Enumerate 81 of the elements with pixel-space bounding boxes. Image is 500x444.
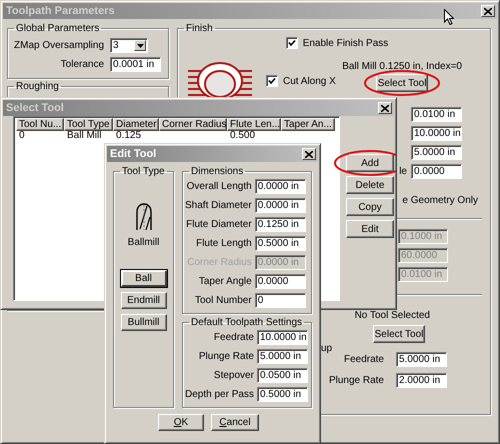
list-cell-text: 0	[18, 131, 26, 141]
list-row[interactable]: 0 Ball Mill 0.125 0.500	[16, 131, 337, 141]
column-header[interactable]: Tool Type	[64, 118, 113, 131]
field-label: Flute Diameter	[186, 219, 252, 230]
group-title: Global Parameters	[15, 23, 100, 34]
dialog-button[interactable]: OK	[158, 414, 204, 431]
dropdown-arrow-icon	[136, 44, 144, 48]
tool-type-button[interactable]: Ball	[120, 270, 166, 287]
mouse-pointer-icon	[444, 9, 454, 25]
group-title: Dimensions	[190, 166, 244, 177]
close-icon	[381, 104, 389, 112]
window-title: Select Tool	[6, 102, 64, 114]
list-cell-text: 0.125	[115, 131, 142, 141]
field-label: Feedrate	[214, 332, 254, 343]
field-label: Feedrate	[344, 354, 384, 365]
text-field[interactable]: 5.0000 in	[411, 145, 462, 160]
checkbox[interactable]	[266, 75, 278, 87]
group-title: Roughing	[15, 81, 60, 92]
group-title: up	[321, 343, 332, 354]
field-label: Flute Length	[196, 238, 252, 249]
text-field[interactable]: 0.0100 in	[411, 107, 462, 122]
column-header[interactable]: Flute Len...	[227, 118, 281, 131]
text-field[interactable]: 2.0000 in	[396, 373, 447, 388]
text-field[interactable]: 0.0500 in	[256, 368, 308, 383]
list-cell-text: 0.500	[229, 131, 256, 141]
text-field[interactable]: 10.0000 in	[411, 126, 462, 141]
text-field[interactable]: 0.1250 in	[254, 217, 306, 232]
checkbox-label: e Geometry Only	[402, 195, 478, 206]
close-button[interactable]	[481, 5, 495, 17]
close-icon	[305, 150, 313, 158]
text-field[interactable]: 0.0001 in	[110, 57, 162, 72]
text-field[interactable]: 0.5000 in	[256, 387, 308, 402]
group-title: Default Toolpath Settings	[190, 317, 304, 328]
field-label: Plunge Rate	[198, 351, 254, 362]
dialog-button[interactable]: Copy	[346, 198, 394, 216]
close-button[interactable]	[378, 102, 392, 114]
tool-type-button[interactable]: Endmill	[120, 292, 166, 309]
window-title: Edit Tool	[110, 148, 156, 160]
window-title: Toolpath Parameters	[6, 5, 115, 17]
close-button[interactable]	[302, 148, 316, 160]
checkbox-label: Enable Finish Pass	[302, 38, 388, 48]
field-label: Shaft Diameter	[185, 200, 252, 211]
field-label: Tolerance	[60, 59, 104, 70]
column-header[interactable]: Taper An...	[281, 118, 335, 131]
dialog-button[interactable]: Delete	[346, 176, 394, 194]
field-label: Plunge Rate	[328, 375, 384, 386]
select-tool-button[interactable]: Select Tool	[376, 74, 428, 92]
select-tool-button[interactable]: Select Tool	[373, 325, 425, 343]
text-field[interactable]: 0.5000 in	[254, 236, 306, 251]
tool-type-name: Ballmill	[128, 237, 160, 248]
text-field[interactable]: 0.0000 in	[254, 198, 306, 213]
column-header[interactable]: Diameter	[113, 118, 159, 131]
status-text: No Tool Selected	[354, 310, 430, 321]
field-label: Overall Length	[186, 181, 252, 192]
field-label: Taper Angle	[198, 276, 252, 287]
text-field[interactable]: 5.0000 in	[256, 349, 308, 364]
field-label: Tool Number	[195, 295, 252, 306]
text-field[interactable]: 5.0000 in	[396, 352, 447, 367]
field-label: Stepover	[214, 370, 254, 381]
text-field[interactable]: 0.0000	[411, 164, 462, 179]
column-header[interactable]: Tool Nu...	[16, 118, 64, 131]
text-field[interactable]: 0	[254, 293, 306, 308]
text-field[interactable]: 0.0000 in	[254, 179, 306, 194]
checkbox[interactable]	[286, 37, 298, 49]
list-cell-text: Ball Mill	[66, 131, 102, 141]
close-icon	[484, 8, 492, 14]
group-title: Tool Type	[121, 166, 166, 177]
text-field[interactable]: 10.0000 in	[256, 330, 308, 345]
dialog-button[interactable]: Cancel	[211, 414, 259, 431]
field-label: le	[399, 166, 407, 177]
field-label: Depth per Pass	[185, 389, 254, 400]
dialog-button[interactable]: Add	[346, 154, 394, 172]
field-label: ZMap Oversampling	[14, 40, 104, 51]
dialog-button[interactable]: Edit	[346, 220, 394, 238]
tool-type-button[interactable]: Bullmill	[120, 314, 166, 331]
group-title: Finish	[185, 23, 214, 34]
dropdown[interactable]: 3	[110, 38, 148, 53]
ball-end-mill-icon	[134, 203, 152, 231]
checkbox-label: Cut Along X	[283, 76, 336, 86]
text-field[interactable]: 0.0000	[254, 274, 306, 289]
tool-description: Ball Mill 0.1250 in, Index=0	[342, 61, 462, 72]
